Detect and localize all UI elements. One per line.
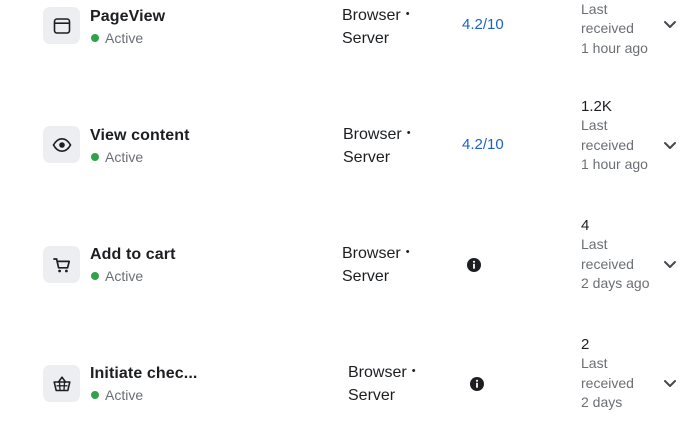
integration-browser: Browser bbox=[342, 245, 401, 262]
event-name: Add to cart bbox=[90, 246, 176, 263]
status-dot bbox=[91, 391, 99, 399]
integration-server: Server bbox=[342, 268, 390, 285]
event-match-quality[interactable]: 4.2/10 bbox=[462, 16, 504, 33]
info-icon[interactable] bbox=[470, 377, 484, 391]
event-row-view-content[interactable]: View content Active Browser • Server 4.2/… bbox=[0, 95, 680, 205]
integration-server: Server bbox=[343, 149, 391, 166]
event-row-add-to-cart[interactable]: Add to cart Active Browser • Server 4 Las… bbox=[0, 214, 680, 324]
status-dot bbox=[91, 153, 99, 161]
status-label: Active bbox=[105, 387, 144, 403]
status-dot bbox=[91, 34, 99, 42]
eye-icon bbox=[43, 126, 80, 163]
shopping-cart-icon bbox=[43, 246, 80, 283]
integration-browser: Browser bbox=[342, 7, 401, 24]
integration-browser: Browser bbox=[348, 364, 407, 381]
status-label: Active bbox=[105, 149, 144, 165]
status-badge: Active bbox=[90, 387, 143, 403]
integration-type: Browser • Server bbox=[342, 3, 410, 50]
event-name: Initiate chec... bbox=[90, 365, 198, 382]
integration-type: Browser • Server bbox=[343, 122, 411, 169]
event-name: View content bbox=[90, 127, 190, 144]
event-activity: 4 Last received 2 days ago bbox=[581, 216, 651, 293]
browser-window-icon bbox=[43, 7, 80, 44]
event-count: 2 bbox=[581, 336, 590, 353]
shopping-basket-icon bbox=[43, 365, 80, 402]
chevron-down-icon[interactable] bbox=[663, 260, 677, 270]
status-badge: Active bbox=[90, 30, 143, 46]
integration-server: Server bbox=[342, 30, 390, 47]
chevron-down-icon[interactable] bbox=[663, 141, 677, 151]
event-activity: 2 Last received 2 days bbox=[581, 335, 651, 412]
integration-type: Browser • Server bbox=[342, 241, 410, 288]
status-label: Active bbox=[105, 268, 144, 284]
status-badge: Active bbox=[90, 149, 143, 165]
event-activity: Last received 1 hour ago bbox=[581, 0, 651, 58]
chevron-down-icon[interactable] bbox=[663, 20, 677, 30]
event-row-pageview[interactable]: PageView Active Browser • Server 4.2/10 L… bbox=[0, 0, 680, 110]
integration-separator: • bbox=[406, 127, 411, 139]
event-match-quality[interactable]: 4.2/10 bbox=[462, 136, 504, 153]
integration-type: Browser • Server bbox=[348, 360, 416, 407]
status-badge: Active bbox=[90, 268, 143, 284]
event-activity: 1.2K Last received 1 hour ago bbox=[581, 97, 651, 174]
integration-separator: • bbox=[411, 365, 416, 377]
last-received-label: Last received bbox=[581, 117, 634, 153]
last-received-time: 2 days ago bbox=[581, 274, 650, 291]
event-count: 1.2K bbox=[581, 98, 612, 115]
integration-server: Server bbox=[348, 387, 396, 404]
status-label: Active bbox=[105, 30, 144, 46]
integration-separator: • bbox=[405, 246, 410, 258]
events-list: PageView Active Browser • Server 4.2/10 L… bbox=[0, 0, 680, 411]
status-dot bbox=[91, 272, 99, 280]
integration-browser: Browser bbox=[343, 126, 402, 143]
last-received-time: 2 days bbox=[581, 393, 623, 410]
last-received-time: 1 hour ago bbox=[581, 155, 648, 172]
last-received-label: Last received bbox=[581, 355, 634, 391]
event-count: 4 bbox=[581, 217, 590, 234]
last-received-label: Last received bbox=[581, 236, 634, 272]
integration-separator: • bbox=[405, 8, 410, 20]
last-received-label: Last received bbox=[581, 1, 634, 37]
last-received-time: 1 hour ago bbox=[581, 39, 648, 56]
info-icon[interactable] bbox=[467, 258, 481, 272]
chevron-down-icon[interactable] bbox=[663, 379, 677, 389]
event-row-initiate-checkout[interactable]: Initiate chec... Active Browser • Server … bbox=[0, 333, 680, 443]
event-name: PageView bbox=[90, 8, 166, 25]
